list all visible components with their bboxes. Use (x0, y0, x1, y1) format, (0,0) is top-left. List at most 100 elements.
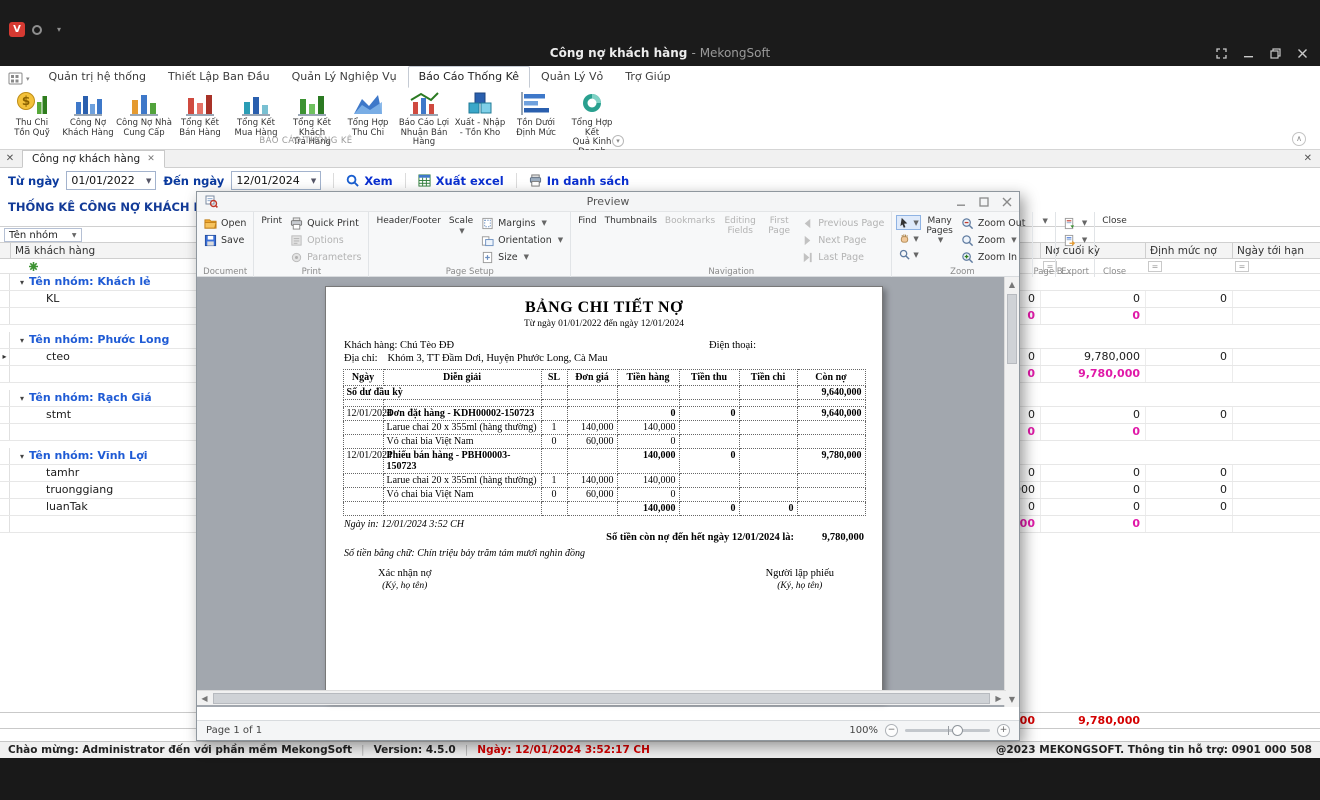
hand-tool[interactable]: ▼ (896, 231, 921, 246)
row-selector[interactable] (0, 516, 10, 532)
column-header-ma-khach-hang[interactable]: Mã khách hàng (10, 243, 196, 259)
ribbon-item-tong-hop-ket-qua-kinh-doanh[interactable]: Tổng Hợp KếtQuả Kinh Doanh (564, 89, 620, 157)
row-selector[interactable] (0, 448, 10, 464)
new-row-icon[interactable] (28, 261, 39, 272)
scroll-left-icon[interactable]: ◀ (197, 694, 212, 703)
options-button[interactable]: Options (287, 232, 364, 248)
editing-fields-button[interactable]: Editing Fields (720, 215, 760, 237)
pointer-tool[interactable]: ▼ (896, 215, 921, 230)
row-selector[interactable] (0, 407, 10, 423)
close-tab-icon[interactable]: ✕ (147, 154, 155, 164)
many-pages-button[interactable]: Many Pages ▼ (923, 215, 955, 247)
save-button[interactable]: Save (201, 232, 249, 248)
minimize-icon[interactable] (1243, 48, 1254, 59)
chevron-down-icon[interactable]: ▼ (146, 177, 151, 185)
open-button[interactable]: Open (201, 215, 249, 231)
row-selector[interactable] (0, 499, 10, 515)
row-selector[interactable] (0, 274, 10, 290)
orientation-button[interactable]: Orientation▼ (478, 232, 566, 248)
tab-bao-cao-thong-ke[interactable]: Báo Cáo Thống Kê (408, 66, 530, 88)
row-selector[interactable] (0, 482, 10, 498)
ribbon-collapse-icon[interactable]: ∧ (1292, 132, 1306, 146)
tab-quan-ly-vo[interactable]: Quản Lý Vỏ (530, 66, 614, 88)
close-preview-button[interactable]: Close (1099, 215, 1130, 228)
ribbon-group-launcher-icon[interactable]: ▾ (612, 135, 624, 147)
horizontal-scrollbar[interactable]: ◀ ▶ (197, 690, 1006, 705)
find-button[interactable]: Find (575, 215, 599, 228)
slider-thumb[interactable] (952, 725, 963, 736)
previous-page-button[interactable]: Previous Page (798, 215, 887, 231)
first-page-button[interactable]: First Page (762, 215, 796, 237)
zoom-in-icon[interactable]: + (997, 724, 1010, 737)
fullscreen-icon[interactable] (1216, 48, 1227, 59)
ribbon-menu-icon[interactable]: ▾ (8, 72, 30, 88)
row-selector[interactable] (0, 424, 10, 440)
zoom-in-button[interactable]: Zoom In (958, 249, 1029, 265)
group-filter-button[interactable]: Tên nhóm▼ (4, 228, 82, 242)
app-titlebar[interactable]: V ▾ Công nợ khách hàng - MekongSoft (0, 0, 1320, 66)
column-header-dinh-muc-no[interactable]: Định mức nợ (1145, 243, 1232, 259)
ribbon-item-ton-duoi-dinh-muc[interactable]: Tồn DướiĐịnh Mức (508, 89, 564, 157)
tab-quan-ly-nghiep-vu[interactable]: Quản Lý Nghiệp Vụ (281, 66, 408, 88)
row-selector[interactable] (0, 291, 10, 307)
quick-access-caret-icon[interactable]: ▾ (57, 25, 61, 34)
view-button[interactable]: Xem (346, 174, 392, 188)
row-selector[interactable] (0, 349, 10, 365)
ribbon-item-tong-ket-ban-hang[interactable]: Tổng KếtBán Hàng (172, 89, 228, 157)
ribbon-item-tong-ket-khach-tra-hang[interactable]: Tổng Kết KháchTrả Hàng (284, 89, 340, 157)
row-selector[interactable] (0, 332, 10, 348)
app-logo[interactable]: V (9, 22, 25, 37)
parameters-button[interactable]: Parameters (287, 249, 364, 265)
magnifier-tool[interactable]: ▼ (896, 247, 921, 262)
from-date-input[interactable]: 01/01/2022▼ (66, 171, 156, 190)
ribbon-item-cong-no-khach-hang[interactable]: Công NợKhách Hàng (60, 89, 116, 157)
column-header-ngay-toi-han[interactable]: Ngày tới hạn (1232, 243, 1320, 259)
export-document-button[interactable]: ▼ (1060, 215, 1090, 231)
row-selector[interactable] (0, 465, 10, 481)
vertical-scrollbar[interactable]: ▲ ▼ (1004, 277, 1019, 707)
scrollbar-thumb[interactable] (1007, 294, 1017, 364)
next-page-button[interactable]: Next Page (798, 232, 887, 248)
size-button[interactable]: Size▼ (478, 249, 566, 265)
filter-equals-icon[interactable]: = (1235, 261, 1249, 272)
print-button[interactable]: Print (258, 215, 285, 228)
restore-icon[interactable] (1270, 48, 1281, 59)
header-footer-button[interactable]: Header/Footer (373, 215, 443, 228)
ribbon-item-thu-chi-ton-quy[interactable]: $ Thu ChiTồn Quỹ (4, 89, 60, 157)
ribbon-item-bao-cao-loi-nhuan[interactable]: Báo Cáo LợiNhuận Bán Hàng (396, 89, 452, 157)
margins-button[interactable]: Margins▼ (478, 215, 566, 231)
tab-cong-no-khach-hang[interactable]: Công nợ khách hàng✕ (22, 150, 165, 168)
ribbon-item-xuat-nhap-ton-kho[interactable]: Xuất - Nhập- Tồn Kho (452, 89, 508, 157)
close-document-icon[interactable]: ✕ (1304, 153, 1312, 164)
quick-access-icon[interactable] (32, 25, 42, 35)
bookmarks-button[interactable]: Bookmarks (662, 215, 718, 228)
ribbon-item-tong-hop-thu-chi[interactable]: Tổng HợpThu Chi (340, 89, 396, 157)
preview-titlebar[interactable]: Preview (197, 192, 1019, 212)
last-page-button[interactable]: Last Page (798, 249, 887, 265)
scale-button[interactable]: Scale ▼ (446, 215, 476, 237)
scroll-up-icon[interactable]: ▲ (1005, 277, 1019, 292)
ribbon-item-cong-no-nha-cung-cap[interactable]: Công Nợ NhàCung Cấp (116, 89, 172, 157)
tab-tro-giup[interactable]: Trợ Giúp (614, 66, 681, 88)
zoom-out-icon[interactable]: − (885, 724, 898, 737)
scroll-down-icon[interactable]: ▼ (1005, 692, 1019, 707)
close-icon[interactable] (1297, 48, 1308, 59)
ribbon-item-tong-ket-mua-hang[interactable]: Tổng KếtMua Hàng (228, 89, 284, 157)
zoom-out-button[interactable]: Zoom Out (958, 215, 1029, 231)
chevron-down-icon[interactable]: ▼ (311, 177, 316, 185)
tab-quan-tri-he-thong[interactable]: Quản trị hệ thống (38, 66, 157, 88)
page-background-button[interactable]: A▼ (1037, 215, 1050, 228)
thumbnails-button[interactable]: Thumbnails (602, 215, 660, 228)
to-date-input[interactable]: 12/01/2024▼ (231, 171, 321, 190)
row-selector[interactable] (0, 390, 10, 406)
scrollbar-thumb[interactable] (213, 693, 990, 704)
row-selector[interactable] (0, 366, 10, 382)
quick-print-button[interactable]: Quick Print (287, 215, 364, 231)
zoom-button[interactable]: Zoom▼ (958, 232, 1029, 248)
print-list-button[interactable]: In danh sách (529, 174, 629, 188)
scroll-right-icon[interactable]: ▶ (991, 694, 1006, 703)
row-selector[interactable] (0, 308, 10, 324)
preview-surface[interactable]: BẢNG CHI TIẾT NỢ Từ ngày 01/01/2022 đến … (197, 277, 1019, 707)
send-document-button[interactable]: ▼ (1060, 232, 1090, 248)
close-all-tabs-icon[interactable]: ✕ (0, 153, 20, 164)
